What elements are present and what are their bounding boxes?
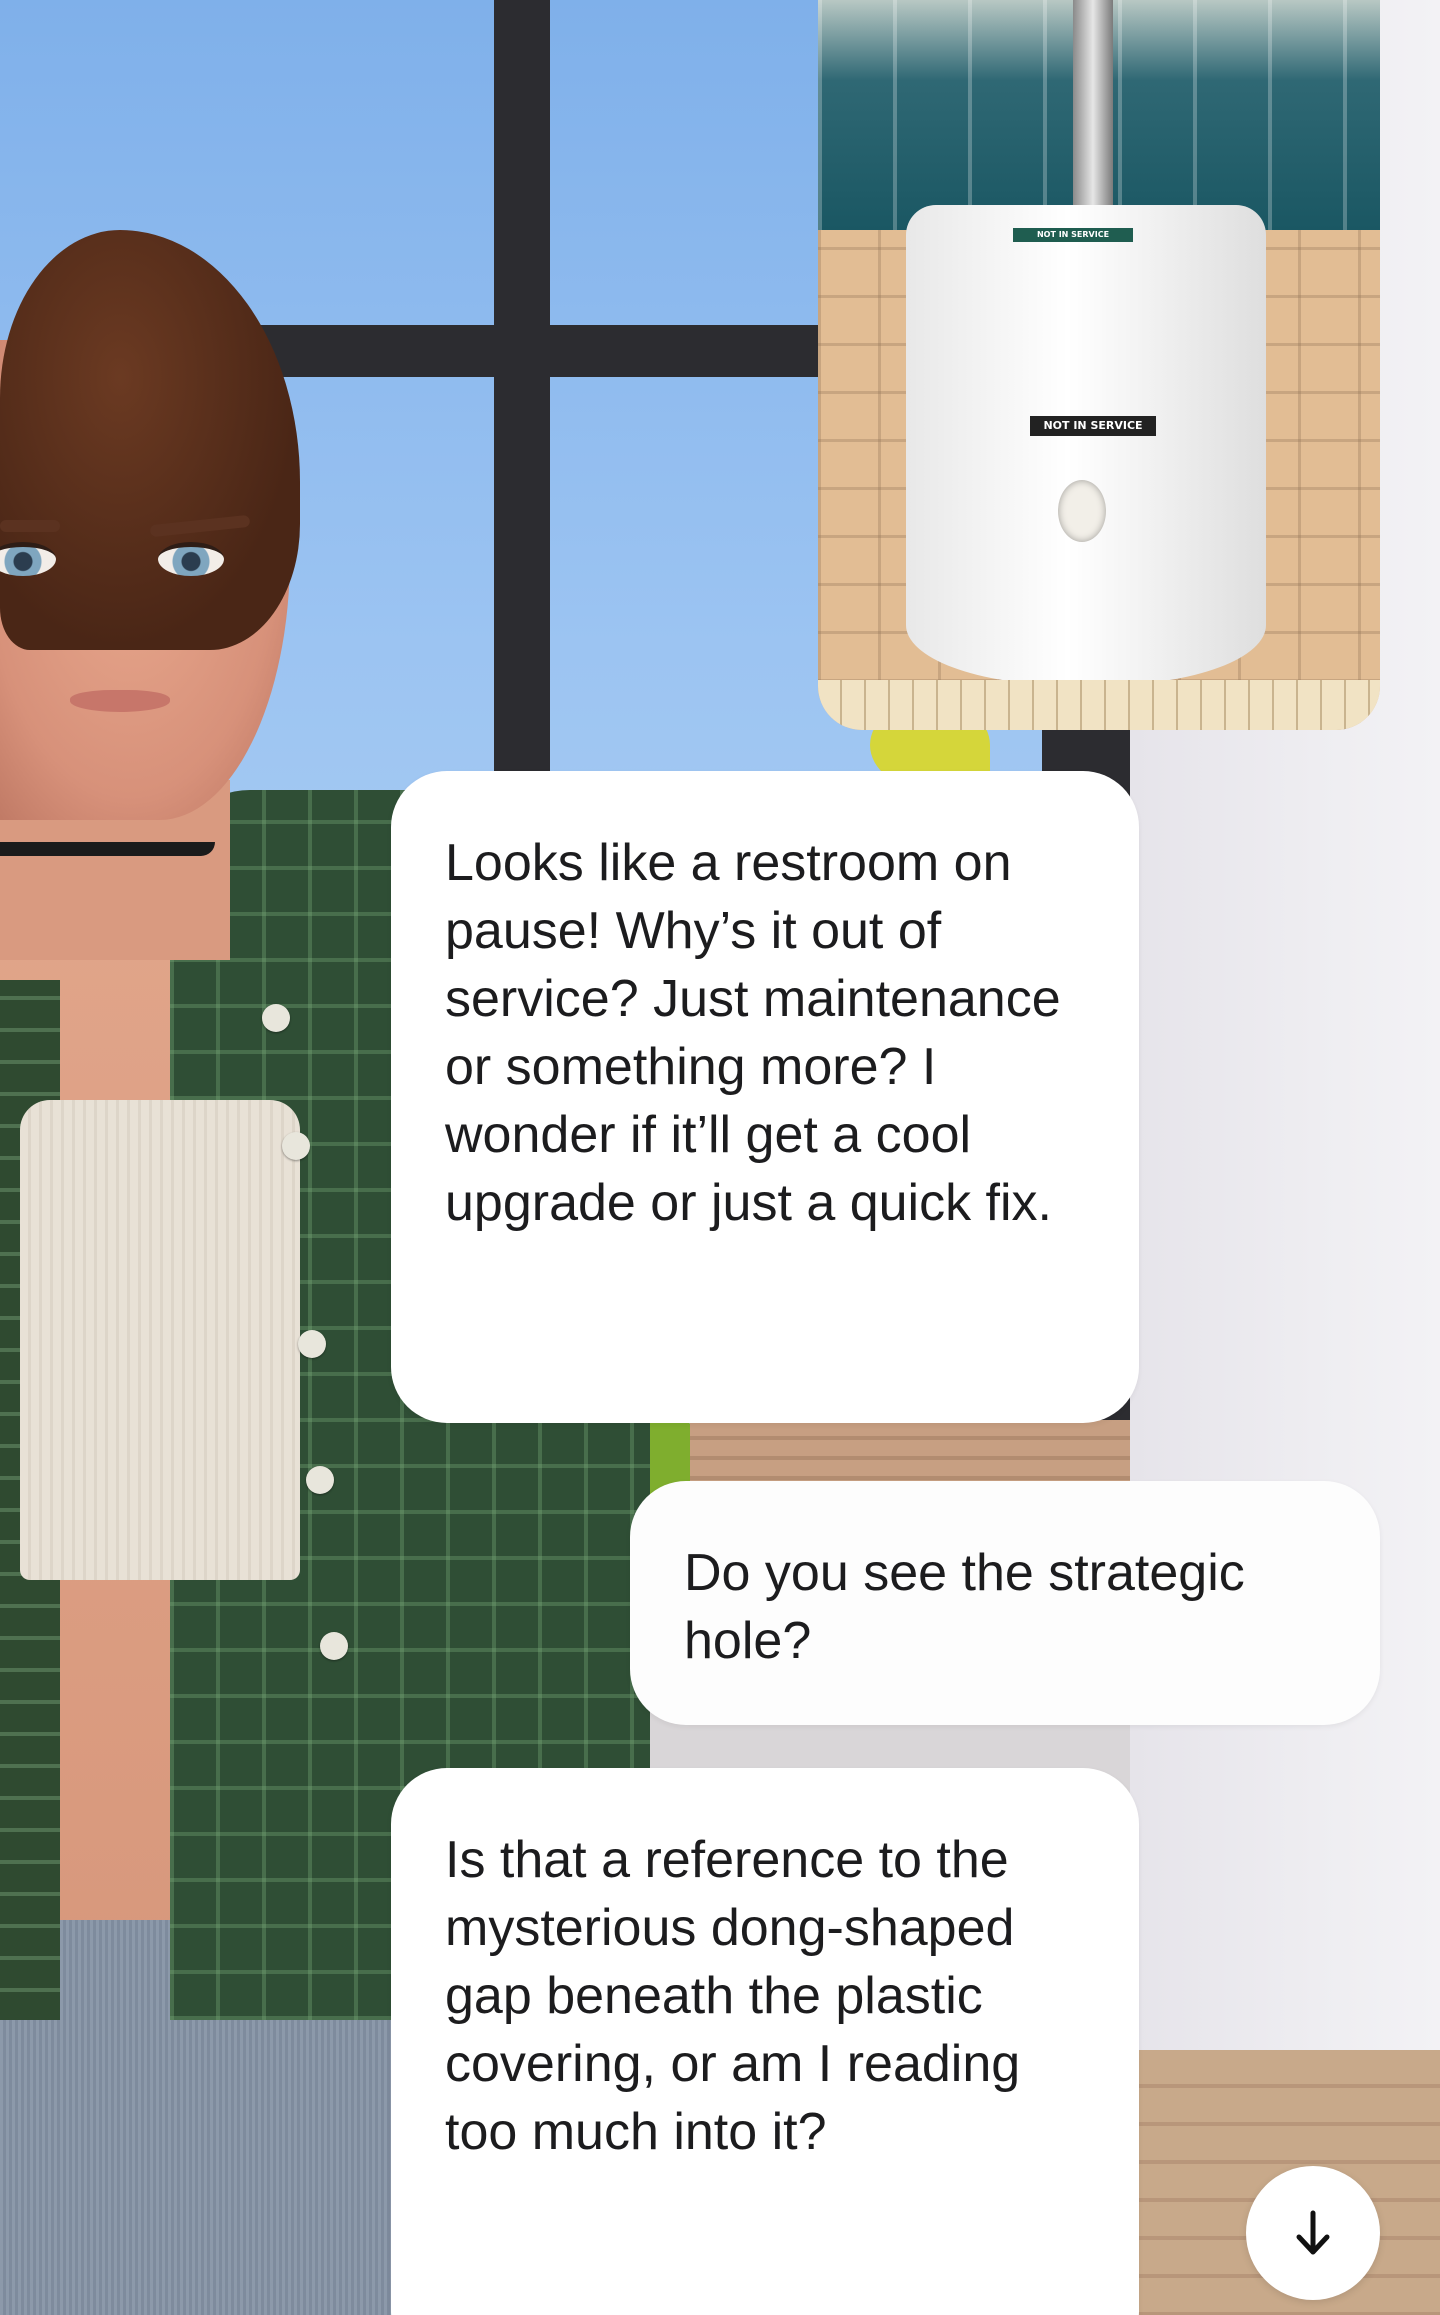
avatar-choker xyxy=(0,842,215,856)
user-message-bubble: Do you see the strategic hole? xyxy=(630,1481,1380,1725)
avatar-crop-top xyxy=(20,1100,300,1580)
message-text: Is that a reference to the mysterious do… xyxy=(445,1831,1021,2161)
shirt-button xyxy=(282,1132,310,1160)
shirt-button xyxy=(262,1004,290,1032)
photo-covered-urinal xyxy=(906,205,1266,685)
scroll-to-bottom-button[interactable] xyxy=(1246,2166,1380,2300)
photo-sign: NOT IN SERVICE xyxy=(1030,416,1156,436)
message-text: Do you see the strategic hole? xyxy=(684,1544,1245,1670)
photo-sign-top: NOT IN SERVICE xyxy=(1013,228,1133,242)
shirt-button xyxy=(320,1632,348,1660)
shirt-button xyxy=(298,1330,326,1358)
attached-photo[interactable]: NOT IN SERVICE NOT IN SERVICE xyxy=(818,0,1380,730)
avatar-hair xyxy=(0,230,300,650)
arrow-down-icon xyxy=(1296,2210,1330,2255)
deck-floor xyxy=(690,1420,1130,1490)
avatar-mouth xyxy=(70,690,170,712)
photo-flush-pipe xyxy=(1073,0,1113,220)
photo-plastic-hole xyxy=(1058,480,1106,542)
assistant-message-bubble: Looks like a restroom on pause! Why’s it… xyxy=(391,771,1139,1423)
shirt-button xyxy=(306,1466,334,1494)
message-text: Looks like a restroom on pause! Why’s it… xyxy=(445,834,1061,1232)
photo-floor-tiles xyxy=(818,680,1380,730)
avatar-eye xyxy=(158,542,224,576)
assistant-message-bubble: Is that a reference to the mysterious do… xyxy=(391,1768,1139,2315)
avatar-brow xyxy=(0,520,60,532)
